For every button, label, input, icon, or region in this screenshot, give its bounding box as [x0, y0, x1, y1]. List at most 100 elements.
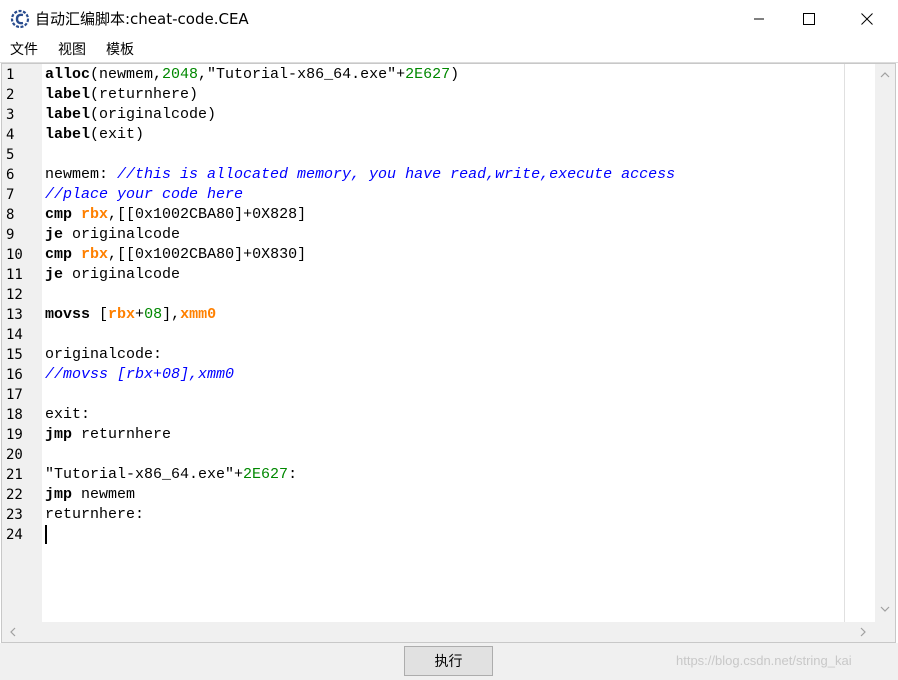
code-token: )	[450, 66, 460, 83]
code-line[interactable]: newmem: //this is allocated memory, you …	[45, 165, 675, 185]
right-margin-line	[844, 64, 845, 622]
code-token: ,"Tutorial-x86_64.exe"+	[198, 66, 406, 83]
code-token: jmp	[45, 486, 73, 503]
line-number: 14	[6, 327, 23, 343]
code-area[interactable]: alloc(newmem,2048,"Tutorial-x86_64.exe"+…	[45, 64, 845, 622]
code-line[interactable]: returnhere:	[45, 505, 144, 525]
scroll-down-icon[interactable]	[880, 604, 890, 616]
menu-file[interactable]: 文件	[10, 42, 38, 58]
code-token: rbx	[108, 306, 136, 323]
scroll-left-icon[interactable]	[9, 627, 17, 640]
code-line[interactable]: label(exit)	[45, 125, 144, 145]
line-number: 12	[6, 287, 23, 303]
line-number: 8	[6, 207, 15, 223]
code-line[interactable]: cmp rbx,[[0x1002CBA80]+0X830]	[45, 245, 306, 265]
code-token: (returnhere)	[90, 86, 199, 103]
line-number: 21	[6, 467, 23, 483]
code-line[interactable]: "Tutorial-x86_64.exe"+2E627:	[45, 465, 297, 485]
code-token: 08	[144, 306, 163, 323]
text-caret	[45, 525, 47, 544]
line-number: 11	[6, 267, 23, 283]
code-token: je	[45, 266, 64, 283]
line-number: 24	[6, 527, 23, 543]
code-line[interactable]: //movss [rbx+08],xmm0	[45, 365, 234, 385]
code-token: label	[45, 86, 91, 103]
menu-template[interactable]: 模板	[106, 42, 134, 58]
line-number: 10	[6, 247, 23, 263]
code-line[interactable]: //place your code here	[45, 185, 243, 205]
code-token: [	[90, 306, 109, 323]
code-token: //movss [rbx+08],xmm0	[45, 366, 235, 383]
line-number: 6	[6, 167, 15, 183]
line-number: 4	[6, 127, 15, 143]
code-line[interactable]: label(returnhere)	[45, 85, 198, 105]
code-token: cmp	[45, 206, 73, 223]
execute-button[interactable]: 执行	[404, 646, 493, 676]
code-line[interactable]: jmp returnhere	[45, 425, 171, 445]
line-number: 22	[6, 487, 23, 503]
code-token: ],	[162, 306, 181, 323]
code-token: 2E627	[243, 466, 289, 483]
code-token: returnhere	[72, 426, 172, 443]
code-token: rbx	[81, 246, 109, 263]
code-token: //place your code here	[45, 186, 244, 203]
code-token: (exit)	[90, 126, 145, 143]
code-line[interactable]: je originalcode	[45, 265, 180, 285]
code-line[interactable]: exit:	[45, 405, 90, 425]
code-line[interactable]: movss [rbx+08],xmm0	[45, 305, 216, 325]
code-token: newmem:	[45, 166, 118, 183]
line-number: 15	[6, 347, 23, 363]
code-token: ,[[0x1002CBA80]+0X828]	[108, 206, 307, 223]
code-line[interactable]: alloc(newmem,2048,"Tutorial-x86_64.exe"+…	[45, 65, 459, 85]
menu-view[interactable]: 视图	[58, 42, 86, 58]
code-token: 2048	[162, 66, 199, 83]
line-number: 20	[6, 447, 23, 463]
code-token: (originalcode)	[90, 106, 217, 123]
code-line[interactable]: jmp newmem	[45, 485, 135, 505]
code-token: newmem	[72, 486, 136, 503]
horizontal-scrollbar[interactable]	[2, 622, 875, 642]
line-number: 18	[6, 407, 23, 423]
code-token: (newmem,	[90, 66, 163, 83]
line-number: 17	[6, 387, 23, 403]
line-number-gutter: 1 2 3 4 5 6 7 8 9 10 11 12 13 14 15 16 17 18 19 20 21 22 23 24	[2, 64, 42, 622]
minimize-button[interactable]	[736, 0, 782, 38]
close-icon	[861, 13, 873, 25]
code-line[interactable]: cmp rbx,[[0x1002CBA80]+0X828]	[45, 205, 306, 225]
code-token: movss	[45, 306, 91, 323]
code-token: alloc	[45, 66, 91, 83]
code-line[interactable]: label(originalcode)	[45, 105, 216, 125]
code-token: originalcode	[63, 266, 181, 283]
watermark: https://blog.csdn.net/string_kai	[676, 653, 852, 668]
menu-bar: 文件 视图 模板	[0, 38, 898, 63]
maximize-icon	[803, 13, 815, 25]
maximize-button[interactable]	[786, 0, 832, 38]
line-number: 9	[6, 227, 15, 243]
scrollbar-corner	[875, 622, 895, 642]
bottom-bar: 执行 https://blog.csdn.net/string_kai	[0, 643, 898, 680]
code-token: label	[45, 126, 91, 143]
title-bar[interactable]: 自动汇编脚本:cheat-code.CEA	[0, 0, 898, 38]
script-editor[interactable]: 1 2 3 4 5 6 7 8 9 10 11 12 13 14 15 16 17 18 19 20 21 22 23 24 …	[1, 63, 896, 643]
line-number: 19	[6, 427, 23, 443]
code-token: "Tutorial-x86_64.exe"+	[45, 466, 244, 483]
vertical-scrollbar[interactable]	[875, 64, 895, 622]
code-token: jmp	[45, 426, 73, 443]
code-line[interactable]: je originalcode	[45, 225, 180, 245]
code-line[interactable]: originalcode:	[45, 345, 162, 365]
code-token: returnhere:	[45, 506, 145, 523]
code-token: :	[288, 466, 298, 483]
line-number: 7	[6, 187, 15, 203]
code-token: cmp	[45, 246, 73, 263]
line-number: 13	[6, 307, 23, 323]
line-number: 1	[6, 67, 15, 83]
scroll-up-icon[interactable]	[880, 70, 890, 82]
scroll-right-icon[interactable]	[859, 627, 867, 640]
minimize-icon	[754, 18, 764, 20]
code-token: originalcode:	[45, 346, 163, 363]
code-token: 2E627	[405, 66, 451, 83]
close-button[interactable]	[844, 0, 890, 38]
line-number: 3	[6, 107, 15, 123]
